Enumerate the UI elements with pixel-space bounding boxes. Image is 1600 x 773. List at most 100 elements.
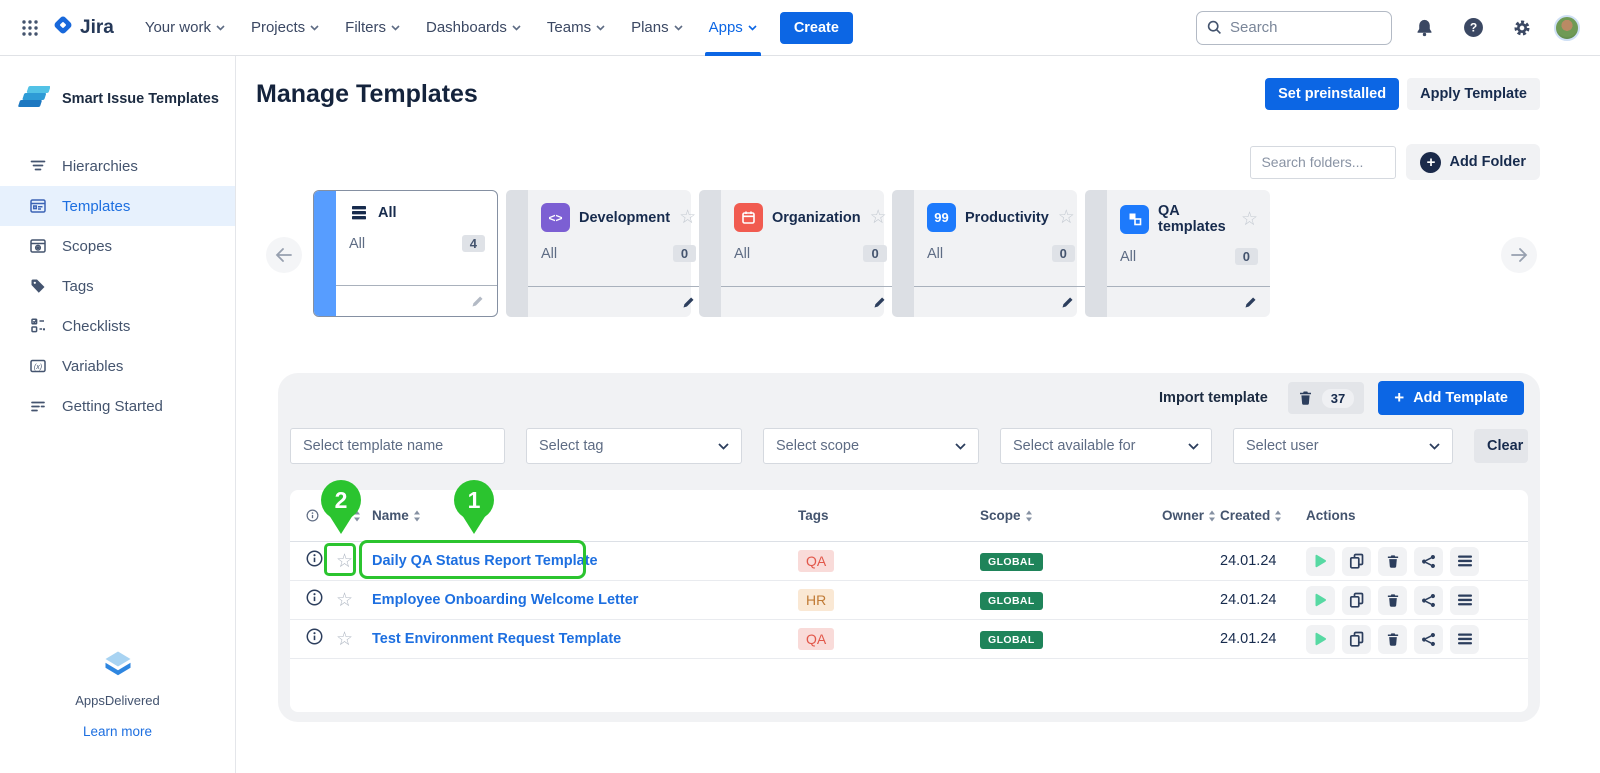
copy-button[interactable] xyxy=(1342,547,1371,576)
filter-available-for-select[interactable]: Select available for xyxy=(1000,428,1212,464)
tag-badge: HR xyxy=(798,589,834,611)
sidebar-item-templates[interactable]: Templates xyxy=(0,186,235,226)
add-folder-button[interactable]: + Add Folder xyxy=(1406,144,1540,180)
filter-tag-select[interactable]: Select tag xyxy=(526,428,742,464)
app-header: Smart Issue Templates xyxy=(0,56,235,146)
folder-star-icon[interactable]: ☆ xyxy=(1058,206,1075,229)
app-title: Smart Issue Templates xyxy=(62,91,219,107)
apply-play-button[interactable] xyxy=(1306,547,1335,576)
carousel-left-arrow[interactable] xyxy=(266,237,302,273)
copy-button[interactable] xyxy=(1342,625,1371,654)
user-avatar[interactable] xyxy=(1554,15,1580,41)
folder-star-icon[interactable]: ☆ xyxy=(870,206,887,229)
created-column-header[interactable]: Created xyxy=(1220,508,1306,523)
learn-more-link[interactable]: Learn more xyxy=(0,724,235,739)
trash-bin-button[interactable]: 37 xyxy=(1288,382,1364,414)
nav-filters[interactable]: Filters xyxy=(339,0,406,56)
template-name-link[interactable]: Daily QA Status Report Template xyxy=(372,553,798,569)
folder-card-productivity[interactable]: 99 Productivity ☆ All 0 xyxy=(892,190,1077,317)
plus-icon: + xyxy=(1394,388,1404,408)
chevron-down-icon xyxy=(391,25,400,31)
clear-filters-button[interactable]: Clear xyxy=(1474,429,1528,463)
folders-toolbar: + Add Folder xyxy=(1250,144,1540,180)
folder-card-development[interactable]: <> Development ☆ All 0 xyxy=(506,190,691,317)
more-menu-button[interactable] xyxy=(1450,625,1479,654)
apply-play-button[interactable] xyxy=(1306,586,1335,615)
more-menu-button[interactable] xyxy=(1450,547,1479,576)
edit-pencil-icon[interactable] xyxy=(682,295,696,309)
row-info-icon[interactable] xyxy=(306,628,336,650)
trash-icon xyxy=(1298,390,1313,406)
row-info-icon[interactable] xyxy=(306,550,336,572)
apply-play-button[interactable] xyxy=(1306,625,1335,654)
delete-button[interactable] xyxy=(1378,547,1407,576)
folder-card-qa-templates[interactable]: QA templates ☆ All 0 xyxy=(1085,190,1270,317)
create-button[interactable]: Create xyxy=(780,12,853,44)
search-folders-input[interactable] xyxy=(1250,146,1396,179)
filter-user-select[interactable]: Select user xyxy=(1233,428,1453,464)
owner-column-header[interactable]: Owner xyxy=(1162,508,1220,523)
nav-apps[interactable]: Apps xyxy=(703,0,763,56)
favorite-star-icon[interactable]: ☆ xyxy=(336,552,372,571)
favorite-star-icon[interactable]: ☆ xyxy=(336,591,372,610)
created-date: 24.01.24 xyxy=(1220,631,1306,647)
tags-icon xyxy=(28,276,48,296)
settings-gear-icon[interactable] xyxy=(1505,11,1539,45)
row-info-icon[interactable] xyxy=(306,589,336,611)
search-icon xyxy=(1207,20,1222,35)
sidebar-item-variables[interactable]: (x) Variables xyxy=(0,346,235,386)
template-name-link[interactable]: Test Environment Request Template xyxy=(372,631,798,647)
folder-card-all[interactable]: All All 4 xyxy=(313,190,498,317)
folder-star-icon[interactable]: ☆ xyxy=(679,206,696,229)
sidebar-item-scopes[interactable]: Scopes xyxy=(0,226,235,266)
delete-button[interactable] xyxy=(1378,625,1407,654)
share-button[interactable] xyxy=(1414,586,1443,615)
name-column-header[interactable]: Name xyxy=(372,508,798,523)
jira-logo[interactable]: Jira xyxy=(52,14,114,42)
favorite-column-header[interactable]: ★ xyxy=(336,507,372,525)
share-button[interactable] xyxy=(1414,625,1443,654)
apply-template-button[interactable]: Apply Template xyxy=(1407,78,1540,110)
help-icon[interactable]: ? xyxy=(1456,11,1490,45)
edit-pencil-icon[interactable] xyxy=(1244,295,1258,309)
notifications-bell-icon[interactable] xyxy=(1407,11,1441,45)
nav-your-work[interactable]: Your work xyxy=(139,0,231,56)
search-input[interactable] xyxy=(1230,19,1370,36)
import-template-link[interactable]: Import template xyxy=(1159,390,1268,406)
favorite-star-icon[interactable]: ☆ xyxy=(336,630,372,649)
nav-projects[interactable]: Projects xyxy=(245,0,325,56)
nav-dashboards[interactable]: Dashboards xyxy=(420,0,527,56)
folder-count-badge: 4 xyxy=(462,235,485,252)
copy-button[interactable] xyxy=(1342,586,1371,615)
app-switcher-icon[interactable] xyxy=(14,12,46,44)
edit-pencil-icon[interactable] xyxy=(873,295,887,309)
tag-badge: QA xyxy=(798,628,834,650)
created-date: 24.01.24 xyxy=(1220,553,1306,569)
app-sidebar: Smart Issue Templates Hierarchies Templa… xyxy=(0,56,236,773)
tags-column-header: Tags xyxy=(798,508,980,523)
add-template-button[interactable]: + Add Template xyxy=(1378,381,1524,415)
scope-column-header[interactable]: Scope xyxy=(980,508,1162,523)
folder-card-organization[interactable]: Organization ☆ All 0 xyxy=(699,190,884,317)
edit-pencil-icon[interactable] xyxy=(1061,295,1075,309)
template-name-link[interactable]: Employee Onboarding Welcome Letter xyxy=(372,592,798,608)
nav-plans[interactable]: Plans xyxy=(625,0,689,56)
delete-button[interactable] xyxy=(1378,586,1407,615)
sidebar-item-getting-started[interactable]: Getting Started xyxy=(0,386,235,426)
edit-pencil-icon[interactable] xyxy=(471,294,485,308)
sidebar-item-hierarchies[interactable]: Hierarchies xyxy=(0,146,235,186)
sidebar-item-checklists[interactable]: Checklists xyxy=(0,306,235,346)
folder-star-icon[interactable]: ☆ xyxy=(1241,208,1258,231)
set-preinstalled-button[interactable]: Set preinstalled xyxy=(1265,78,1399,110)
global-search[interactable] xyxy=(1196,11,1392,45)
filter-template-name-input[interactable] xyxy=(290,428,505,464)
more-menu-button[interactable] xyxy=(1450,586,1479,615)
filter-scope-select[interactable]: Select scope xyxy=(763,428,979,464)
share-button[interactable] xyxy=(1414,547,1443,576)
templates-icon xyxy=(28,196,48,216)
carousel-right-arrow[interactable] xyxy=(1501,237,1537,273)
chevron-down-icon xyxy=(310,25,319,31)
sort-icon xyxy=(413,510,421,522)
nav-teams[interactable]: Teams xyxy=(541,0,611,56)
sidebar-item-tags[interactable]: Tags xyxy=(0,266,235,306)
